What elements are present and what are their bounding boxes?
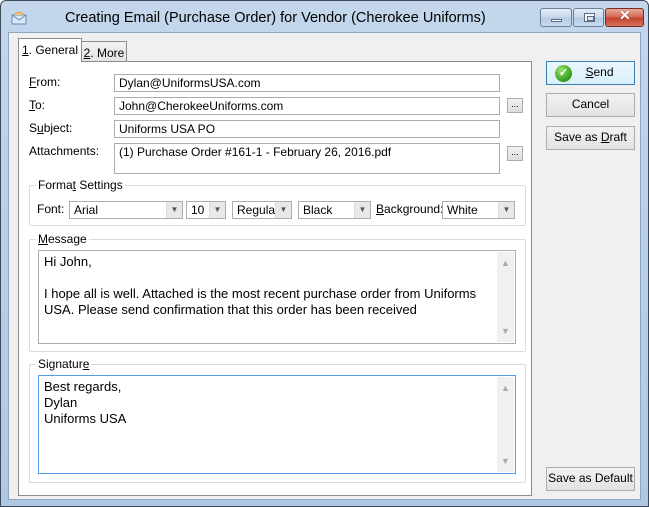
- format-settings-group: Format Settings Font: Arial ▼ 10 ▼ Regula ▼…: [29, 178, 526, 226]
- signature-group: Signature Best regards, Dylan Uniforms U…: [29, 357, 526, 483]
- maximize-icon: [584, 13, 595, 22]
- message-group: Message Hi John, I hope all is well. Att…: [29, 232, 526, 352]
- font-label: Font:: [37, 202, 65, 216]
- format-settings-title: Format Settings: [36, 178, 125, 192]
- font-style-select[interactable]: Regula ▼: [232, 201, 292, 219]
- maximize-button[interactable]: [573, 8, 604, 27]
- signature-title: Signature: [36, 357, 92, 371]
- general-tab-panel: From: Dylan@UniformsUSA.com To: John@Che…: [18, 61, 532, 496]
- to-browse-button[interactable]: ...: [507, 98, 523, 113]
- scroll-up-icon[interactable]: ▲: [497, 255, 514, 271]
- close-icon: ✕: [619, 7, 631, 23]
- tab-general-key: 1: [21, 43, 29, 57]
- minimize-button[interactable]: [540, 8, 572, 27]
- attachments-label: Attachments:: [29, 144, 100, 158]
- minimize-icon: [551, 19, 562, 22]
- tab-general-label: . General: [28, 43, 79, 57]
- email-dialog-window: Creating Email (Purchase Order) for Vend…: [0, 0, 649, 507]
- message-textarea[interactable]: Hi John, I hope all is well. Attached is…: [38, 250, 516, 344]
- scroll-down-icon[interactable]: ▼: [497, 323, 514, 339]
- chevron-down-icon: ▼: [498, 202, 514, 218]
- from-label: From:: [29, 75, 61, 89]
- scroll-up-icon[interactable]: ▲: [497, 380, 514, 396]
- chevron-down-icon: ▼: [166, 202, 182, 218]
- dialog-client-area: 1. General 2. More From: Dylan@UniformsU…: [8, 32, 641, 500]
- save-as-draft-button[interactable]: Save as Draft: [546, 126, 635, 150]
- close-button[interactable]: ✕: [605, 7, 644, 27]
- subject-field[interactable]: Uniforms USA PO: [114, 120, 500, 138]
- font-color-select[interactable]: Black ▼: [298, 201, 371, 219]
- to-field[interactable]: John@CherokeeUniforms.com: [114, 97, 500, 115]
- attachments-field[interactable]: (1) Purchase Order #161-1 - February 26,…: [114, 143, 500, 174]
- font-size-select[interactable]: 10 ▼: [186, 201, 226, 219]
- chevron-down-icon: ▼: [209, 202, 225, 218]
- save-as-default-button[interactable]: Save as Default: [546, 467, 635, 491]
- scroll-down-icon[interactable]: ▼: [497, 453, 514, 469]
- tab-more-label: . More: [90, 46, 125, 60]
- tab-more[interactable]: 2. More: [81, 41, 127, 63]
- email-envelope-icon: [11, 12, 27, 25]
- checkmark-icon: ✓: [555, 65, 572, 82]
- to-label: To:: [29, 98, 46, 112]
- subject-label: Subject:: [29, 121, 73, 135]
- cancel-button[interactable]: Cancel: [546, 93, 635, 117]
- from-field[interactable]: Dylan@UniformsUSA.com: [114, 74, 500, 92]
- message-scrollbar[interactable]: ▲ ▼: [497, 252, 514, 342]
- signature-scrollbar[interactable]: ▲ ▼: [497, 377, 514, 472]
- chevron-down-icon: ▼: [354, 202, 370, 218]
- title-bar[interactable]: Creating Email (Purchase Order) for Vend…: [1, 1, 648, 33]
- send-button[interactable]: ✓ Send: [546, 61, 635, 85]
- background-select[interactable]: White ▼: [442, 201, 515, 219]
- attachments-browse-button[interactable]: ...: [507, 146, 523, 161]
- message-title: Message: [36, 232, 89, 246]
- tab-general[interactable]: 1. General: [18, 38, 82, 62]
- signature-textarea[interactable]: Best regards, Dylan Uniforms USA ▲ ▼: [38, 375, 516, 474]
- chevron-down-icon: ▼: [275, 202, 291, 218]
- window-title: Creating Email (Purchase Order) for Vend…: [65, 10, 486, 26]
- font-select[interactable]: Arial ▼: [69, 201, 183, 219]
- background-label: Background:: [376, 202, 444, 216]
